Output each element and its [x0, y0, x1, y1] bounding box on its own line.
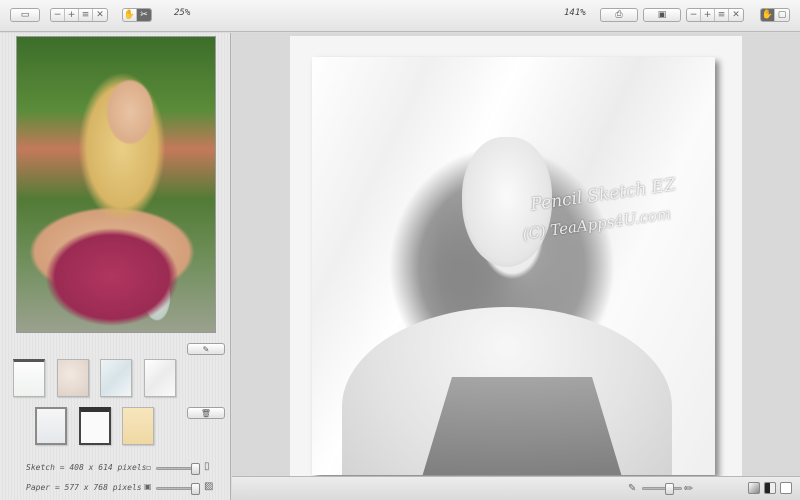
save-icon: ▣: [657, 9, 667, 20]
paper-thumb-crumpled[interactable]: [144, 359, 176, 397]
paper-thumb-clipboard[interactable]: [79, 407, 111, 445]
sketch-tool-controls: ✋ ▢: [760, 8, 790, 22]
small-page-icon: ▫: [146, 463, 152, 472]
tool-controls: ✋ ✂: [122, 8, 152, 22]
sketch-zoom-out-button[interactable]: −: [687, 9, 701, 21]
sketch-actual-size-button[interactable]: ✕: [729, 9, 743, 21]
pencil-darkness-slider-knob[interactable]: [665, 483, 674, 495]
source-photo: [16, 36, 216, 333]
source-zoom-label: 25%: [174, 8, 191, 18]
printer-icon: ⎙: [615, 9, 623, 20]
sketch-fit-button[interactable]: ≡: [715, 9, 729, 21]
paper-size-label: Paper = 577 x 768 pixels: [26, 483, 142, 492]
sketch-select-button[interactable]: ▢: [775, 9, 789, 21]
paper-thumb-notepad[interactable]: [13, 359, 45, 397]
paper-thumb-cream[interactable]: [122, 407, 154, 445]
zoom-in-button[interactable]: +: [65, 9, 79, 21]
pencil-darkness-slider[interactable]: [642, 483, 682, 495]
paper-thumb-frame[interactable]: [35, 407, 67, 445]
open-folder-button[interactable]: ▭: [10, 8, 40, 22]
pencil-light-icon: ✎: [628, 483, 637, 494]
actual-size-button[interactable]: ✕: [93, 9, 107, 21]
zoom-out-button[interactable]: −: [51, 9, 65, 21]
bottom-bar: ✎ ✏: [232, 476, 800, 500]
sketch-size-slider-knob[interactable]: [191, 463, 200, 475]
sketch-size-label: Sketch = 408 x 614 pixels: [26, 463, 147, 472]
left-zoom-controls: − + ≡ ✕: [50, 8, 108, 22]
view-grayscale-button[interactable]: [748, 482, 760, 494]
sketch-zoom-in-button[interactable]: +: [701, 9, 715, 21]
large-frame-icon: ▨: [204, 481, 214, 492]
print-button[interactable]: ⎙: [600, 8, 638, 22]
sketch-top: [422, 377, 622, 475]
eraser-button[interactable]: ✎: [187, 343, 225, 355]
trash-button[interactable]: 🗑: [187, 407, 225, 419]
hand-tool-button[interactable]: ✋: [123, 9, 137, 21]
left-panel: ✎ 🗑 Sketch = 408 x 614 pixels ▫ ▯ Paper …: [0, 33, 231, 500]
paper-thumb-blue[interactable]: [100, 359, 132, 397]
view-contrast-button[interactable]: [764, 482, 776, 494]
paper-size-slider-knob[interactable]: [191, 483, 200, 495]
top-toolbar: ▭ − + ≡ ✕ ✋ ✂ 25% 141% ⎙ ▣ − + ≡ ✕ ✋ ▢: [0, 0, 800, 32]
pencil-dark-icon: ✏: [684, 482, 694, 495]
view-white-button[interactable]: [780, 482, 792, 494]
crop-tool-button[interactable]: ✂: [137, 9, 151, 21]
fit-button[interactable]: ≡: [79, 9, 93, 21]
right-zoom-controls: − + ≡ ✕: [686, 8, 744, 22]
trash-icon: 🗑: [200, 408, 212, 418]
eraser-icon: ✎: [202, 344, 210, 354]
sketch-canvas-area[interactable]: Pencil Sketch EZ (C) TeaApps4U.com: [232, 33, 800, 476]
pencil-sketch-preview: Pencil Sketch EZ (C) TeaApps4U.com: [312, 57, 715, 475]
folder-icon: ▭: [20, 9, 30, 20]
paper-thumb-parchment[interactable]: [57, 359, 89, 397]
sketch-zoom-label: 141%: [564, 8, 586, 18]
small-frame-icon: ▣: [144, 482, 152, 491]
sketch-hand-tool-button[interactable]: ✋: [761, 9, 775, 21]
save-button[interactable]: ▣: [643, 8, 681, 22]
sketch-size-slider[interactable]: [156, 463, 200, 475]
paper-size-slider[interactable]: [156, 483, 200, 495]
large-page-icon: ▯: [204, 461, 210, 472]
